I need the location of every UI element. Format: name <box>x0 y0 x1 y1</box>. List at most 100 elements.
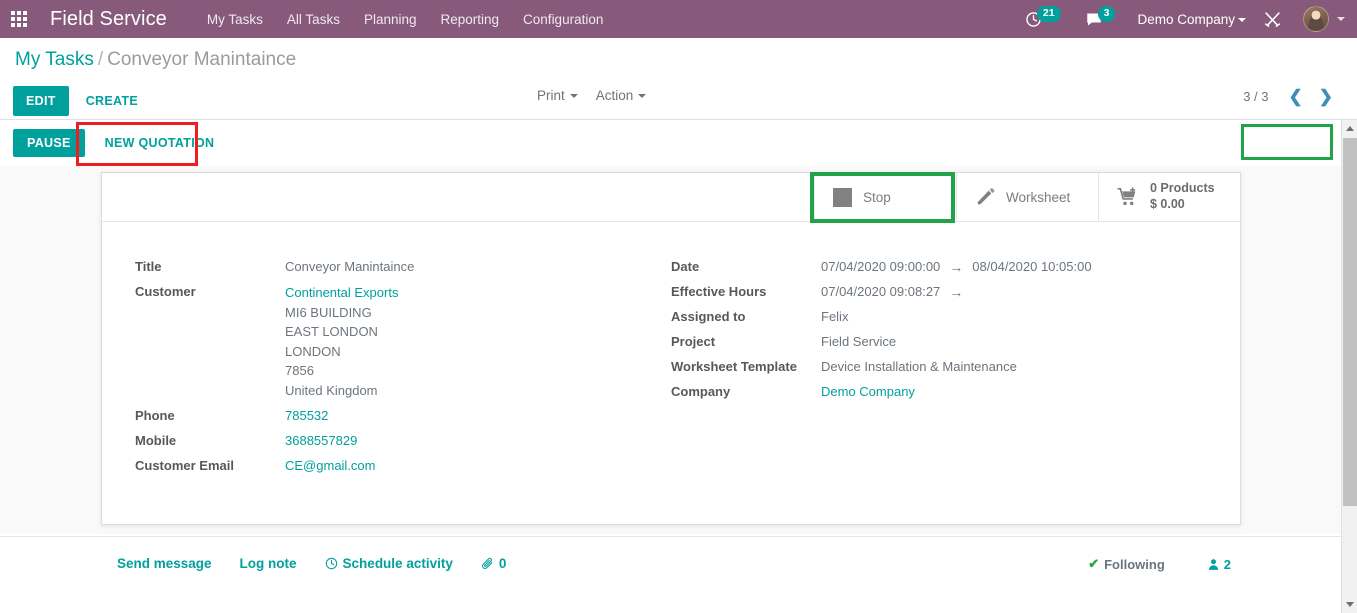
customer-address-zip: 7856 <box>285 363 314 378</box>
menu-item-all-tasks[interactable]: All Tasks <box>275 2 352 37</box>
field-title-value: Conveyor Manintaince <box>285 259 415 274</box>
chatter-followers-area: ✔ Following 2 <box>1088 556 1231 572</box>
activities-menu[interactable]: 21 <box>1013 0 1073 38</box>
schedule-activity-button[interactable]: Schedule activity <box>325 556 453 571</box>
app-brand-title[interactable]: Field Service <box>50 8 167 31</box>
products-button[interactable]: 0 Products $ 0.00 <box>1098 173 1240 221</box>
arrow-right-icon: → <box>949 284 964 300</box>
chatter: Send message Log note Schedule activity … <box>0 536 1357 613</box>
followers-count: 2 <box>1223 556 1231 572</box>
new-quotation-button[interactable]: NEW QUOTATION <box>90 129 229 157</box>
field-date-value: 07/04/2020 09:00:00 → 08/04/2020 10:05:0… <box>821 258 1092 276</box>
field-assigned-to-label: Assigned to <box>671 309 746 324</box>
field-effective-hours-label: Effective Hours <box>671 284 767 299</box>
messages-count-badge: 3 <box>1097 6 1116 22</box>
field-mobile-value[interactable]: 3688557829 <box>285 432 357 450</box>
field-date-end: 08/04/2020 10:05:00 <box>972 259 1092 274</box>
field-customer-address: Continental Exports MI6 BUILDING EAST LO… <box>285 283 398 400</box>
clock-icon <box>325 557 337 570</box>
pager-next-button[interactable]: ❯ <box>1311 88 1341 105</box>
menu-item-planning[interactable]: Planning <box>352 2 429 37</box>
print-dropdown-label: Print <box>537 88 565 103</box>
developer-tools-menu[interactable] <box>1252 0 1293 38</box>
field-company: Company Demo Company <box>671 383 1240 401</box>
activities-count-badge: 21 <box>1036 6 1061 22</box>
field-phone: Phone 785532 <box>135 407 671 425</box>
company-switcher-label: Demo Company <box>1137 11 1235 27</box>
stop-button-label: Stop <box>863 189 891 205</box>
send-message-button[interactable]: Send message <box>117 556 212 571</box>
field-mobile: Mobile 3688557829 <box>135 432 671 450</box>
field-customer-email: Customer Email CE@gmail.com <box>135 457 671 475</box>
form-columns: Title Conveyor Manintaince Customer Cont… <box>102 258 1240 482</box>
field-worksheet-template: Worksheet Template Device Installation &… <box>671 358 1240 376</box>
print-dropdown[interactable]: Print <box>537 88 578 103</box>
field-phone-value[interactable]: 785532 <box>285 407 328 425</box>
field-date-start: 07/04/2020 09:00:00 <box>821 259 941 274</box>
field-company-value[interactable]: Demo Company <box>821 383 915 401</box>
user-icon <box>1208 558 1218 570</box>
breadcrumb-current-record: Conveyor Manintaince <box>107 49 297 70</box>
action-dropdown[interactable]: Action <box>596 88 647 103</box>
vertical-scrollbar[interactable] <box>1341 120 1357 613</box>
form-column-left: Title Conveyor Manintaince Customer Cont… <box>102 258 671 482</box>
chevron-down-icon <box>569 94 578 99</box>
tools-icon <box>1264 11 1281 27</box>
menu-item-reporting[interactable]: Reporting <box>429 2 512 37</box>
scrollbar-thumb[interactable] <box>1343 138 1357 506</box>
products-button-lines: 0 Products $ 0.00 <box>1150 181 1215 212</box>
log-note-button[interactable]: Log note <box>240 556 297 571</box>
field-date-label: Date <box>671 259 700 274</box>
statusbar-row: PAUSE NEW QUOTATION 00:00:06 <box>0 121 1357 273</box>
products-amount-label: $ 0.00 <box>1150 197 1185 211</box>
apps-grid-icon[interactable] <box>0 0 38 38</box>
stat-button-box: Stop Worksheet 0 Products $ 0.00 <box>814 173 1240 221</box>
field-mobile-label: Mobile <box>135 433 177 448</box>
breadcrumb: My Tasks / Conveyor Manintaince <box>15 49 296 71</box>
customer-name-link[interactable]: Continental Exports <box>285 283 398 303</box>
field-customer-label: Customer <box>135 284 196 299</box>
pause-button[interactable]: PAUSE <box>13 129 85 157</box>
avatar[interactable] <box>1303 6 1329 32</box>
stat-button-divider <box>102 221 1240 222</box>
edit-button[interactable]: EDIT <box>13 86 69 117</box>
pencil-icon <box>977 188 995 205</box>
following-button[interactable]: ✔ Following <box>1088 556 1165 572</box>
worksheet-button-label: Worksheet <box>1006 189 1071 205</box>
field-company-label: Company <box>671 384 731 399</box>
customer-address-line-1: MI6 BUILDING <box>285 304 372 320</box>
stop-square-icon <box>833 187 852 207</box>
breadcrumb-item-my-tasks[interactable]: My Tasks <box>15 49 94 70</box>
company-switcher[interactable]: Demo Company <box>1127 12 1252 27</box>
record-action-buttons: EDIT CREATE <box>13 86 151 117</box>
breadcrumb-separator: / <box>97 49 104 70</box>
field-title: Title Conveyor Manintaince <box>135 258 671 276</box>
form-column-right: Date 07/04/2020 09:00:00 → 08/04/2020 10… <box>671 258 1240 482</box>
user-menu-chevron-down-icon[interactable] <box>1337 17 1345 21</box>
attachments-button[interactable]: 0 <box>481 556 506 571</box>
main-menu: My Tasks All Tasks Planning Reporting Co… <box>195 2 615 37</box>
customer-address-country: United Kingdom <box>285 382 378 398</box>
scroll-up-button[interactable] <box>1342 120 1357 137</box>
field-effective-hours: Effective Hours 07/04/2020 09:08:27 → <box>671 283 1240 301</box>
scroll-down-button[interactable] <box>1342 596 1357 613</box>
field-project: Project Field Service <box>671 333 1240 351</box>
worksheet-button[interactable]: Worksheet <box>956 173 1098 221</box>
stop-button[interactable]: Stop <box>814 173 956 221</box>
followers-button[interactable]: 2 <box>1207 557 1231 572</box>
create-button[interactable]: CREATE <box>73 86 151 116</box>
field-customer: Customer Continental Exports MI6 BUILDIN… <box>135 283 671 400</box>
pager-previous-button[interactable]: ❮ <box>1281 88 1311 105</box>
messages-menu[interactable]: 3 <box>1073 0 1128 38</box>
menu-item-configuration[interactable]: Configuration <box>511 2 615 37</box>
field-customer-email-value[interactable]: CE@gmail.com <box>285 457 376 475</box>
field-date: Date 07/04/2020 09:00:00 → 08/04/2020 10… <box>671 258 1240 276</box>
control-panel: My Tasks / Conveyor Manintaince EDIT CREAT… <box>0 38 1357 120</box>
field-worksheet-template-value: Device Installation & Maintenance <box>821 359 1017 374</box>
field-worksheet-template-label: Worksheet Template <box>671 359 797 374</box>
field-effective-hours-start: 07/04/2020 09:08:27 <box>821 284 941 299</box>
check-icon: ✔ <box>1088 556 1100 571</box>
menu-item-my-tasks[interactable]: My Tasks <box>195 2 275 37</box>
field-assigned-to: Assigned to Felix <box>671 308 1240 326</box>
paperclip-icon <box>481 557 493 569</box>
